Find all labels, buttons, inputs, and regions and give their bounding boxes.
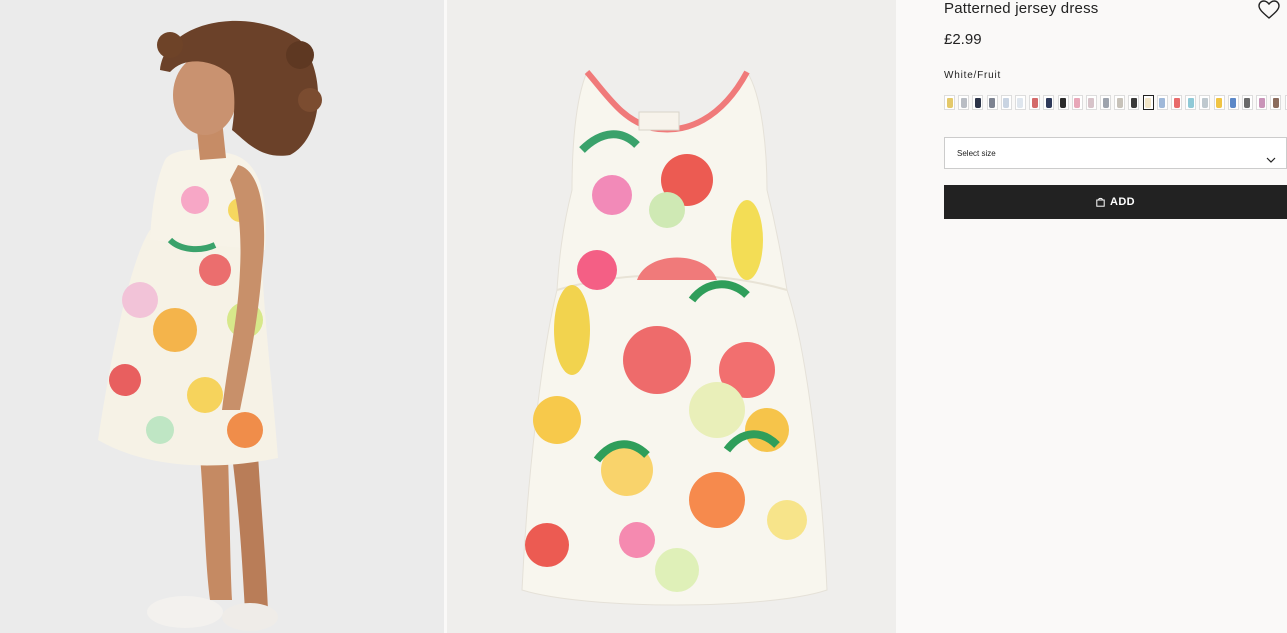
color-swatch[interactable] <box>958 95 970 110</box>
swatch-color-chip <box>1017 97 1024 108</box>
color-swatch[interactable] <box>1000 95 1012 110</box>
swatch-color-chip <box>1173 97 1180 108</box>
color-swatch[interactable] <box>1199 95 1211 110</box>
chevron-down-icon <box>1266 150 1276 163</box>
color-swatch[interactable] <box>972 95 984 110</box>
swatch-color-chip <box>1074 97 1081 108</box>
add-to-bag-button[interactable]: ADD <box>944 185 1287 219</box>
color-swatch[interactable] <box>1128 95 1140 110</box>
color-swatch[interactable] <box>944 95 955 110</box>
color-swatch[interactable] <box>1185 95 1197 110</box>
swatch-color-chip <box>1159 97 1166 108</box>
swatch-color-chip <box>1187 97 1194 108</box>
swatch-color-chip <box>1060 97 1066 108</box>
swatch-color-chip <box>1272 97 1279 108</box>
swatch-color-chip <box>989 97 996 108</box>
color-swatch[interactable] <box>1256 95 1268 110</box>
swatch-color-chip <box>1116 97 1123 108</box>
size-select[interactable]: Select size <box>944 137 1287 169</box>
color-swatch[interactable] <box>1156 95 1168 110</box>
color-swatch[interactable] <box>1100 95 1112 110</box>
swatch-color-chip <box>1130 97 1137 108</box>
shopping-bag-icon <box>1096 197 1105 207</box>
size-select-placeholder: Select size <box>957 148 996 158</box>
color-swatch[interactable] <box>1227 95 1239 110</box>
color-swatch[interactable] <box>1014 95 1026 110</box>
swatch-color-chip <box>974 97 981 108</box>
heart-outline-icon[interactable] <box>1258 0 1280 20</box>
color-swatch[interactable] <box>1213 95 1225 110</box>
product-photo-flat[interactable] <box>447 0 896 633</box>
product-price: £2.99 <box>944 31 982 48</box>
color-swatch[interactable] <box>1043 95 1055 110</box>
color-swatch[interactable] <box>1029 95 1041 110</box>
color-swatch[interactable] <box>1057 95 1069 110</box>
color-swatch[interactable] <box>986 95 998 110</box>
color-swatch-list <box>944 95 1287 110</box>
swatch-color-chip <box>1258 97 1265 108</box>
swatch-color-chip <box>1031 97 1038 108</box>
swatch-color-chip <box>960 97 967 108</box>
product-info-panel: Patterned jersey dress £2.99 White/Fruit… <box>896 0 1287 633</box>
swatch-color-chip <box>1045 97 1052 108</box>
color-swatch[interactable] <box>1171 95 1182 110</box>
swatch-color-chip <box>1145 97 1152 108</box>
swatch-color-chip <box>1088 97 1095 108</box>
add-button-label: ADD <box>1109 196 1136 208</box>
color-swatch[interactable] <box>1142 95 1154 110</box>
product-title: Patterned jersey dress <box>944 0 1099 17</box>
model-photo-illustration <box>0 0 444 633</box>
swatch-color-chip <box>1201 97 1208 108</box>
flat-dress-illustration <box>447 0 896 633</box>
swatch-color-chip <box>946 97 953 108</box>
selected-color-name: White/Fruit <box>944 70 1002 81</box>
color-swatch[interactable] <box>1241 95 1253 110</box>
color-swatch[interactable] <box>1071 95 1083 110</box>
color-swatch[interactable] <box>1270 95 1282 110</box>
swatch-color-chip <box>1102 97 1109 108</box>
color-swatch[interactable] <box>1085 95 1097 110</box>
swatch-color-chip <box>1244 97 1251 108</box>
product-photo-model[interactable] <box>0 0 444 633</box>
swatch-color-chip <box>1216 97 1223 108</box>
swatch-color-chip <box>1230 97 1237 108</box>
color-swatch[interactable] <box>1114 95 1126 110</box>
swatch-color-chip <box>1003 97 1010 108</box>
